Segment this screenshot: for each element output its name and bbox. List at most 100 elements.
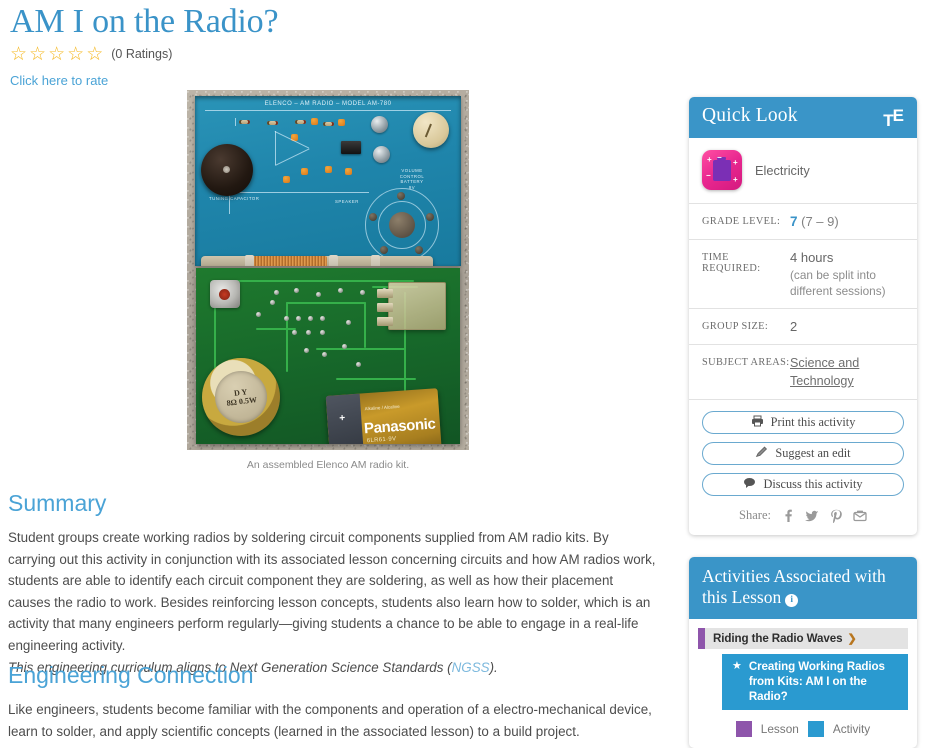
legend-swatch-activity xyxy=(807,721,824,737)
subject-areas-link[interactable]: Science and Technology xyxy=(790,356,859,388)
board-silkscreen-title: ELENCO – AM RADIO – MODEL AM-780 xyxy=(264,101,392,107)
row-value: 7 (7 – 9) xyxy=(790,213,839,230)
group-size-value: 2 xyxy=(790,319,798,334)
row-label: GROUP SIZE: xyxy=(702,321,769,332)
speaker-outline xyxy=(365,188,439,262)
subject-row: + + − + − Electricity xyxy=(689,138,917,204)
printer-icon xyxy=(751,415,764,431)
speech-bubble-icon xyxy=(743,477,756,493)
button-label: Suggest an edit xyxy=(775,446,851,460)
antenna-coil-winding xyxy=(253,256,327,266)
button-label: Print this activity xyxy=(770,415,856,429)
discuss-this-activity-button[interactable]: Discuss this activity xyxy=(702,473,904,496)
engineering-connection-heading: Engineering Connection xyxy=(8,662,254,688)
quick-look-row-subject-areas: SUBJECT AREAS: Science and Technology xyxy=(689,345,917,400)
row-label: SUBJECT AREAS: xyxy=(702,357,790,368)
sidebar: Quick Look TE + + − + − Electricity GRAD… xyxy=(689,97,917,748)
grade-level-range: (7 – 9) xyxy=(797,214,839,229)
ferrite-antenna-coil xyxy=(201,255,433,266)
volume-control-label: VOLUME CONTROL BATTERY 9V xyxy=(399,168,425,190)
twitter-icon[interactable] xyxy=(804,509,819,523)
radio-kit-figure: ELENCO – AM RADIO – MODEL AM-780 TUNING … xyxy=(187,90,469,472)
page-title: AM I on the Radio? xyxy=(10,3,279,40)
row-label: TIME REQUIRED: xyxy=(702,252,761,274)
speaker-silk-label: SPEAKER xyxy=(335,199,359,204)
star-icon-3[interactable]: ☆ xyxy=(48,45,65,64)
row-value: 2 xyxy=(790,318,797,335)
summary-heading: Summary xyxy=(8,490,107,516)
rating-count: (0 Ratings) xyxy=(111,47,173,61)
activities-header: Activities Associated with this Lesson i xyxy=(689,557,917,619)
activity-row-current[interactable]: ★ Creating Working Radios from Kits: AM … xyxy=(722,654,908,710)
volume-control-knob xyxy=(413,112,449,148)
quick-look-header: Quick Look TE xyxy=(689,97,917,138)
row-value: Science and Technology xyxy=(790,354,904,390)
star-rating[interactable]: ☆ ☆ ☆ ☆ ☆ xyxy=(10,45,103,64)
star-icon: ★ xyxy=(732,660,742,672)
rating-row: ☆ ☆ ☆ ☆ ☆ (0 Ratings) xyxy=(8,42,662,64)
battery-model-label: 6LR61·9V xyxy=(366,436,397,444)
radio-kit-photo: ELENCO – AM RADIO – MODEL AM-780 TUNING … xyxy=(187,90,469,450)
chevron-right-icon: ❯ xyxy=(847,633,857,645)
lesson-color-swatch xyxy=(698,628,705,649)
lesson-name: Riding the Radio Waves xyxy=(713,632,843,645)
button-label: Discuss this activity xyxy=(763,477,863,491)
activities-card: Activities Associated with this Lesson i … xyxy=(689,557,917,748)
blue-circuit-board: ELENCO – AM RADIO – MODEL AM-780 TUNING … xyxy=(195,96,461,266)
quick-look-row-time-required: TIME REQUIRED: 4 hours (can be split int… xyxy=(689,240,917,309)
legend-label-lesson: Lesson xyxy=(760,722,799,736)
action-area: Print this activity Suggest an edit Disc… xyxy=(689,400,917,535)
tuning-capacitor-knob xyxy=(201,144,253,196)
speaker-component: D Y 8Ω 0.5W xyxy=(202,358,280,436)
battery-glyph xyxy=(713,157,731,181)
figure-caption: An assembled Elenco AM radio kit. xyxy=(246,459,410,471)
star-icon-4[interactable]: ☆ xyxy=(67,45,84,64)
email-icon[interactable] xyxy=(853,510,867,522)
pinterest-icon[interactable] xyxy=(830,509,842,523)
teachengineering-logo[interactable]: TE xyxy=(883,105,904,129)
share-row: Share: xyxy=(702,504,904,525)
battery-brand-label: Panasonic xyxy=(363,415,436,438)
subject-name: Electricity xyxy=(755,162,810,178)
grade-level-value: 7 xyxy=(790,214,798,229)
legend-label-activity: Activity xyxy=(832,722,871,736)
speaker-hub xyxy=(389,212,415,238)
star-icon-2[interactable]: ☆ xyxy=(29,45,46,64)
battery-chemistry-label: Alkaline / Alcaline xyxy=(364,403,400,412)
print-this-activity-button[interactable]: Print this activity xyxy=(702,411,904,434)
summary-body: Student groups create working radios by … xyxy=(8,530,656,653)
tuning-capacitor-label: TUNING CAPACITOR xyxy=(209,196,260,201)
legend-swatch-lesson xyxy=(735,721,752,737)
time-required-note: (can be split into different sessions) xyxy=(790,268,886,298)
quick-look-card: Quick Look TE + + − + − Electricity GRAD… xyxy=(689,97,917,535)
share-label: Share: xyxy=(739,508,771,522)
click-here-to-rate-link[interactable]: Click here to rate xyxy=(8,64,662,88)
star-icon-5[interactable]: ☆ xyxy=(86,45,103,64)
battery-9v: + − Alkaline / Alcaline Panasonic 6LR61·… xyxy=(325,388,443,444)
row-value: 4 hours (can be split into different ses… xyxy=(790,249,904,299)
quick-look-row-group-size: GROUP SIZE: 2 xyxy=(689,309,917,345)
activities-title: Activities Associated with this Lesson i xyxy=(702,566,886,607)
variable-tuning-capacitor xyxy=(377,282,446,330)
lesson-row[interactable]: Riding the Radio Waves ❯ xyxy=(698,628,908,649)
facebook-icon[interactable] xyxy=(782,509,794,523)
electricity-icon: + + − + − xyxy=(702,150,742,190)
activity-name: Creating Working Radios from Kits: AM I … xyxy=(748,660,885,703)
speaker-spec-label: D Y 8Ω 0.5W xyxy=(225,387,258,408)
engineering-connection-body: Like engineers, students become familiar… xyxy=(8,702,652,739)
info-icon[interactable]: i xyxy=(785,594,799,607)
battery-plus-sign: + xyxy=(338,412,346,425)
quick-look-title: Quick Look xyxy=(702,105,798,126)
row-label: GRADE LEVEL: xyxy=(702,216,781,227)
quick-look-row-grade-level: GRADE LEVEL: 7 (7 – 9) xyxy=(689,204,917,240)
suggest-an-edit-button[interactable]: Suggest an edit xyxy=(702,442,904,465)
summary-section: Summary Student groups create working ra… xyxy=(8,490,658,678)
pencil-icon xyxy=(755,446,768,462)
green-circuit-board: D Y 8Ω 0.5W + − Alkaline / Alcaline Pana… xyxy=(196,268,460,444)
battery-minus-sign: − xyxy=(341,441,349,444)
time-required-value: 4 hours xyxy=(790,250,834,265)
activities-body: Riding the Radio Waves ❯ ★ Creating Work… xyxy=(689,619,917,748)
star-icon-1[interactable]: ☆ xyxy=(10,45,27,64)
potentiometer xyxy=(210,280,240,308)
engineering-connection-section: Engineering Connection Like engineers, s… xyxy=(8,662,658,742)
